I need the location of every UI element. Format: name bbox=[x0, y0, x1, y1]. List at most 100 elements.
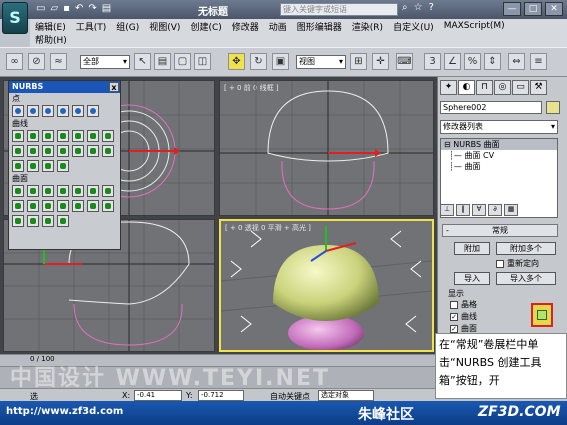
redo-icon[interactable]: ↷ bbox=[88, 3, 96, 14]
select-object-icon[interactable]: ↖ bbox=[134, 53, 151, 70]
blend-curve-tool-icon[interactable] bbox=[72, 130, 84, 142]
menu-views[interactable]: 视图(V) bbox=[144, 20, 185, 33]
extrude-surface-icon[interactable] bbox=[102, 185, 114, 197]
stack-item-surface-cv[interactable]: ┊— 曲面 CV bbox=[441, 150, 557, 161]
bind-space-warp-icon[interactable]: ≈ bbox=[50, 53, 67, 70]
point-tool-icon[interactable] bbox=[12, 105, 24, 117]
project-folder-icon[interactable]: ▤ bbox=[102, 3, 111, 14]
u-loft-surface-icon[interactable] bbox=[57, 200, 69, 212]
v-iso-curve-icon[interactable] bbox=[72, 145, 84, 157]
point-surface-tool-icon[interactable] bbox=[27, 185, 39, 197]
search-input[interactable]: 键入关键字或短语 bbox=[280, 3, 398, 16]
normal-projected-curve-icon[interactable] bbox=[87, 145, 99, 157]
surface-curve-point-tool-icon[interactable] bbox=[87, 105, 99, 117]
mirror-curve-tool-icon[interactable] bbox=[102, 130, 114, 142]
lathe-surface-icon[interactable] bbox=[12, 200, 24, 212]
minimize-button[interactable]: — bbox=[503, 2, 521, 16]
new-file-icon[interactable]: ▭ bbox=[36, 3, 45, 14]
multisided-blend-icon[interactable] bbox=[12, 215, 24, 227]
import-multiple-button[interactable]: 导入多个 bbox=[496, 272, 556, 285]
hierarchy-tab-icon[interactable]: ⊓ bbox=[476, 80, 493, 95]
menu-edit[interactable]: 编辑(E) bbox=[30, 20, 71, 33]
multicurve-trim-icon[interactable] bbox=[27, 215, 39, 227]
curves-checkbox[interactable]: ✓ 曲线 bbox=[450, 311, 477, 322]
point-curve-on-surface-icon[interactable] bbox=[27, 160, 39, 172]
fit-curve-tool-icon[interactable] bbox=[42, 130, 54, 142]
menu-graph-editors[interactable]: 图形编辑器 bbox=[292, 20, 347, 33]
binoculars-icon[interactable]: ⌕ bbox=[402, 2, 408, 13]
motion-tab-icon[interactable]: ◎ bbox=[494, 80, 511, 95]
vector-projected-curve-icon[interactable] bbox=[102, 145, 114, 157]
percent-snap-icon[interactable]: % bbox=[464, 53, 481, 70]
attach-button[interactable]: 附加 bbox=[454, 242, 490, 255]
menu-help[interactable]: 帮助(H) bbox=[30, 36, 72, 46]
maximize-button[interactable]: □ bbox=[524, 2, 542, 16]
surface-edge-curve-icon[interactable] bbox=[57, 160, 69, 172]
stack-item-nurbs-surface[interactable]: ⊟ NURBS 曲面 bbox=[441, 139, 557, 150]
select-by-name-icon[interactable]: ▤ bbox=[154, 53, 171, 70]
open-file-icon[interactable]: ▱ bbox=[50, 3, 58, 14]
window-crossing-icon[interactable]: ◫ bbox=[194, 53, 211, 70]
sweep-surface-icon[interactable] bbox=[57, 215, 69, 227]
keyboard-shortcut-icon[interactable]: ⌨ bbox=[396, 53, 413, 70]
uv-loft-surface-icon[interactable] bbox=[72, 200, 84, 212]
menu-group[interactable]: 组(G) bbox=[111, 20, 144, 33]
cap-surface-icon[interactable] bbox=[42, 200, 54, 212]
create-tab-icon[interactable]: ✦ bbox=[440, 80, 457, 95]
menu-customize[interactable]: 自定义(U) bbox=[388, 20, 439, 33]
fillet-curve-tool-icon[interactable] bbox=[27, 145, 39, 157]
pin-stack-icon[interactable]: ⊥ bbox=[440, 204, 454, 216]
viewport-front[interactable]: [ + 0 前 0 线框 ] bbox=[219, 80, 434, 216]
point-curve-tool-icon[interactable] bbox=[27, 130, 39, 142]
transform-curve-tool-icon[interactable] bbox=[57, 130, 69, 142]
cv-curve-on-surface-icon[interactable] bbox=[12, 160, 24, 172]
save-icon[interactable]: ▪ bbox=[63, 3, 70, 14]
2-rail-sweep-icon[interactable] bbox=[102, 200, 114, 212]
offset-surface-icon[interactable] bbox=[72, 185, 84, 197]
rotate-icon[interactable]: ↻ bbox=[250, 53, 267, 70]
nurbs-close-button[interactable]: x bbox=[109, 82, 119, 92]
make-unique-icon[interactable]: ∀ bbox=[472, 204, 486, 216]
attach-multiple-button[interactable]: 附加多个 bbox=[496, 242, 556, 255]
surface-offset-curve-icon[interactable] bbox=[42, 160, 54, 172]
menu-maxscript[interactable]: MAXScript(M) bbox=[439, 21, 510, 31]
spinner-snap-icon[interactable]: ⇕ bbox=[484, 53, 501, 70]
snap-3d-icon[interactable]: 3 bbox=[424, 53, 441, 70]
menu-rendering[interactable]: 渲染(R) bbox=[347, 20, 388, 33]
star-icon[interactable]: ☆ bbox=[414, 2, 423, 13]
nurbs-toolbox-title[interactable]: NURBS x bbox=[9, 81, 120, 93]
reference-coord-dropdown[interactable]: 视图 bbox=[296, 55, 346, 69]
reorient-checkbox[interactable]: 重新定向 bbox=[496, 258, 539, 269]
move-icon[interactable]: ✥ bbox=[228, 53, 245, 70]
ruled-surface-icon[interactable] bbox=[27, 200, 39, 212]
modify-tab-icon[interactable]: ◐ bbox=[458, 80, 475, 95]
unlink-icon[interactable]: ⊘ bbox=[28, 53, 45, 70]
configure-sets-icon[interactable]: ▦ bbox=[504, 204, 518, 216]
import-button[interactable]: 导入 bbox=[454, 272, 490, 285]
remove-modifier-icon[interactable]: ∂ bbox=[488, 204, 502, 216]
fillet-surface-icon[interactable] bbox=[42, 215, 54, 227]
menu-tools[interactable]: 工具(T) bbox=[71, 20, 112, 33]
angle-snap-icon[interactable]: ∠ bbox=[444, 53, 461, 70]
surface-point-tool-icon[interactable] bbox=[72, 105, 84, 117]
rect-selection-icon[interactable]: ▢ bbox=[174, 53, 191, 70]
transform-surface-icon[interactable] bbox=[42, 185, 54, 197]
surface-intersect-curve-icon[interactable] bbox=[42, 145, 54, 157]
scale-icon[interactable]: ▣ bbox=[272, 53, 289, 70]
modifier-list-dropdown[interactable]: 修改器列表 bbox=[440, 120, 558, 134]
cv-curve-tool-icon[interactable] bbox=[12, 130, 24, 142]
menu-create[interactable]: 创建(C) bbox=[185, 20, 226, 33]
object-name-field[interactable]: Sphere002 bbox=[440, 101, 542, 114]
nurbs-creation-toolbox-button[interactable] bbox=[531, 303, 553, 327]
close-button[interactable]: ✕ bbox=[545, 2, 563, 16]
show-end-result-icon[interactable]: ‖ bbox=[456, 204, 470, 216]
utilities-tab-icon[interactable]: ⚒ bbox=[530, 80, 547, 95]
curve-point-tool-icon[interactable] bbox=[42, 105, 54, 117]
mirror-surface-icon[interactable] bbox=[87, 185, 99, 197]
viewport-perspective[interactable]: [ + 0 透视 0 平滑 + 高光 ] bbox=[219, 219, 434, 352]
cv-surface-tool-icon[interactable] bbox=[12, 185, 24, 197]
1-rail-sweep-icon[interactable] bbox=[87, 200, 99, 212]
select-manipulate-icon[interactable]: ✛ bbox=[372, 53, 389, 70]
align-icon[interactable]: ≡ bbox=[530, 53, 547, 70]
chamfer-curve-tool-icon[interactable] bbox=[12, 145, 24, 157]
